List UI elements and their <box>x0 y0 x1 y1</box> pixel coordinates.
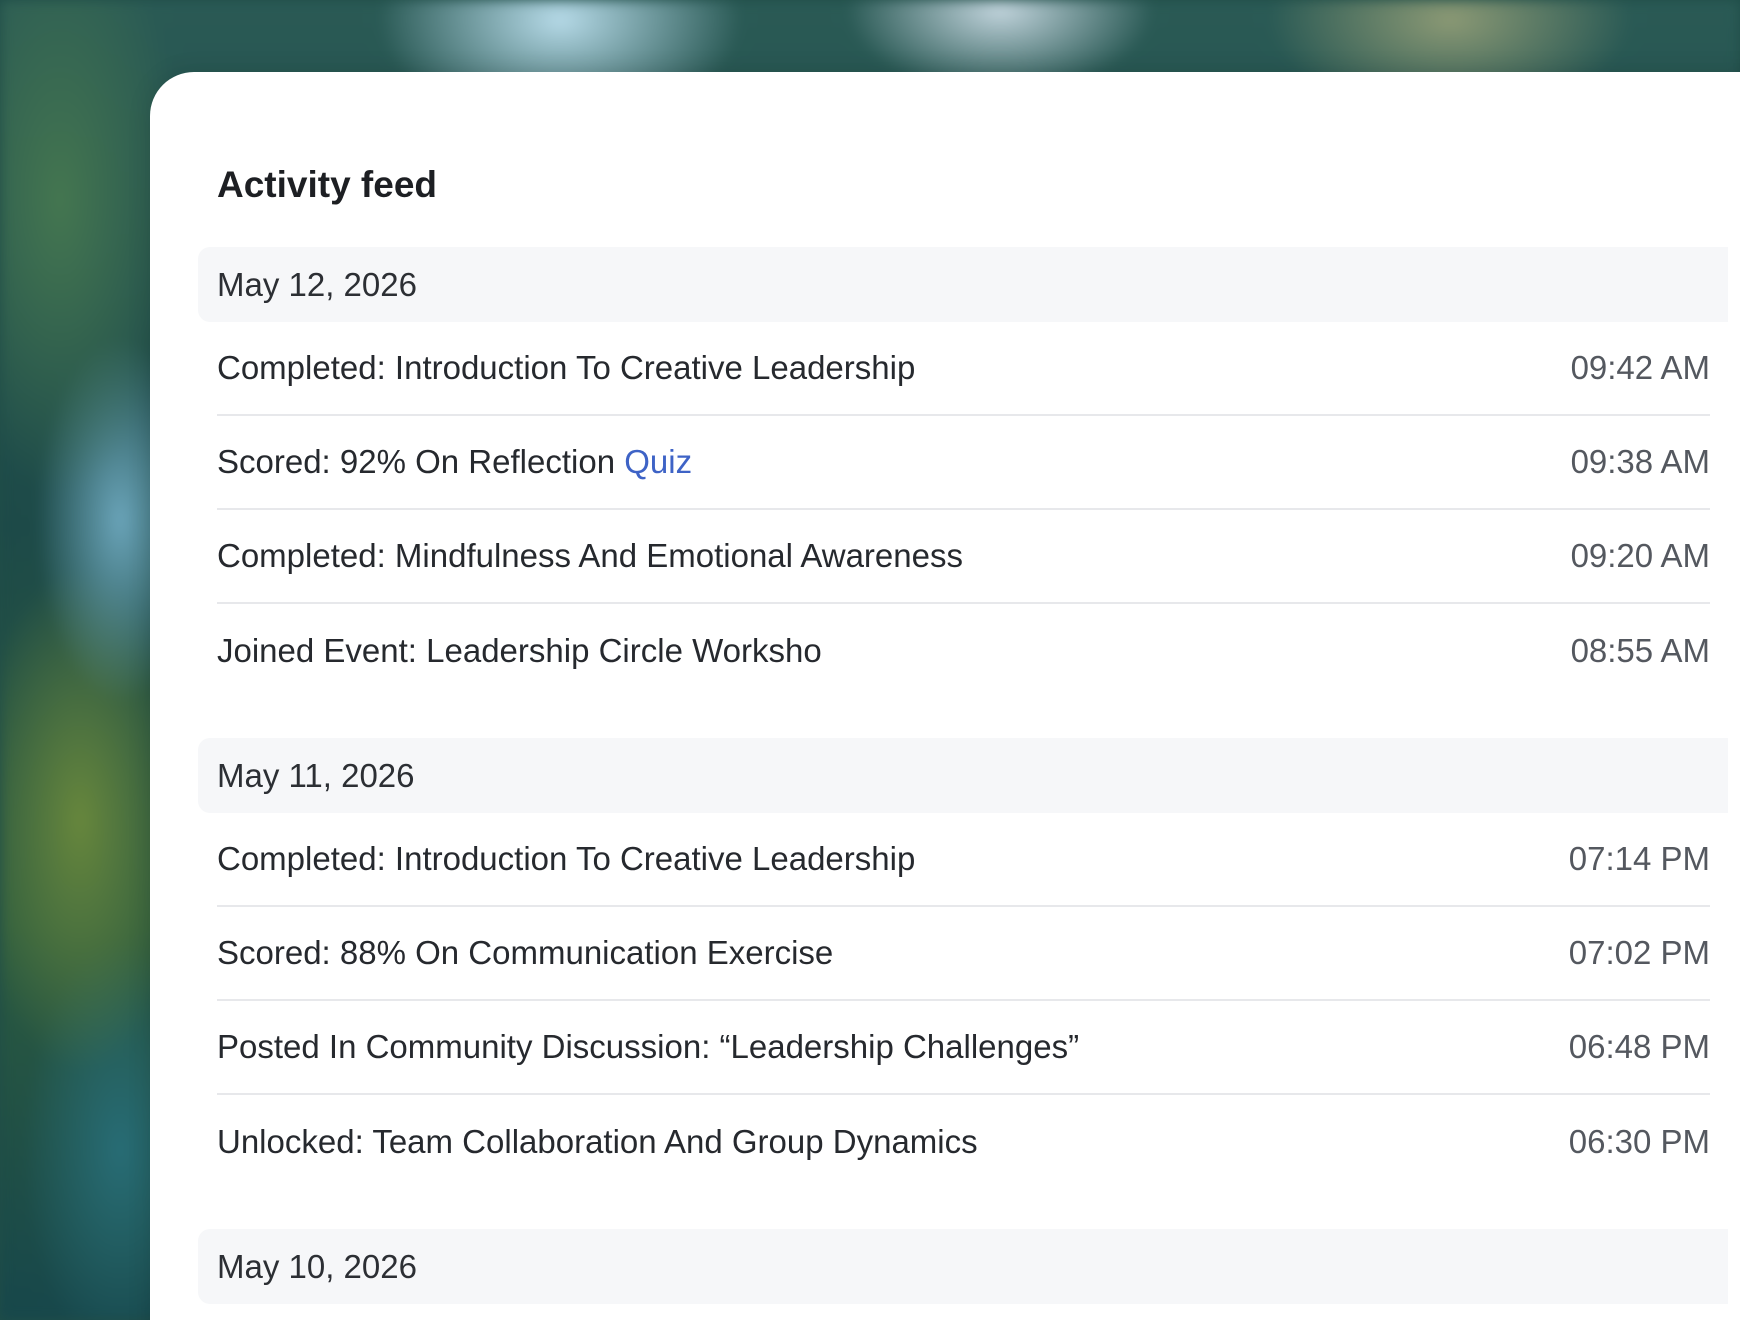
activity-item[interactable]: Completed: Introduction To Creative Lead… <box>217 813 1710 907</box>
activity-item[interactable]: Joined Event: Leadership Circle Worksho … <box>217 604 1710 698</box>
activity-feed-panel: Activity feed May 12, 2026 Completed: In… <box>150 72 1740 1320</box>
activity-text: Joined Event: Leadership Circle Worksho <box>217 632 822 669</box>
date-group: May 11, 2026 Completed: Introduction To … <box>198 738 1728 1189</box>
activity-item[interactable]: Completed: Mindfulness And Emotional Awa… <box>217 510 1710 604</box>
activity-text: Scored: 92% On Reflection Quiz <box>217 443 693 480</box>
activity-item[interactable]: Scored: 88% On Communication Exercise 07… <box>217 907 1710 1001</box>
activity-text: Completed: Mindfulness And Emotional Awa… <box>217 537 963 574</box>
activity-time: 07:02 PM <box>1568 934 1710 971</box>
activity-time: 09:42 AM <box>1570 349 1710 386</box>
date-header: May 11, 2026 <box>198 738 1728 813</box>
activity-item[interactable]: Posted In Community Discussion: “Leaders… <box>217 1001 1710 1095</box>
activity-item[interactable]: Completed: Introduction To Creative Lead… <box>217 322 1710 416</box>
activity-item[interactable]: Scored: 92% On Reflection Quiz 09:38 AM <box>217 416 1710 510</box>
date-header: May 12, 2026 <box>198 247 1728 322</box>
activity-text: Unlocked: Team Collaboration And Group D… <box>217 1123 978 1160</box>
activity-text: Posted In Community Discussion: “Leaders… <box>217 1028 1080 1065</box>
activity-item[interactable]: Unlocked: Team Collaboration And Group D… <box>217 1095 1710 1189</box>
activity-time: 09:20 AM <box>1570 537 1710 574</box>
activity-time: 08:55 AM <box>1570 632 1710 669</box>
activity-time: 09:38 AM <box>1570 443 1710 480</box>
activity-time: 06:48 PM <box>1568 1028 1710 1065</box>
activity-text: Completed: Introduction To Creative Lead… <box>217 349 916 386</box>
page-title: Activity feed <box>217 164 438 205</box>
activity-feed-list: May 12, 2026 Completed: Introduction To … <box>198 247 1728 1320</box>
activity-text: Scored: 88% On Communication Exercise <box>217 934 834 971</box>
date-group: May 12, 2026 Completed: Introduction To … <box>198 247 1728 698</box>
date-header: May 10, 2026 <box>198 1229 1728 1304</box>
activity-text: Completed: Introduction To Creative Lead… <box>217 840 916 877</box>
date-group: May 10, 2026 <box>198 1229 1728 1304</box>
quiz-link[interactable]: Quiz <box>624 443 692 480</box>
activity-time: 07:14 PM <box>1568 840 1710 877</box>
activity-time: 06:30 PM <box>1568 1123 1710 1160</box>
